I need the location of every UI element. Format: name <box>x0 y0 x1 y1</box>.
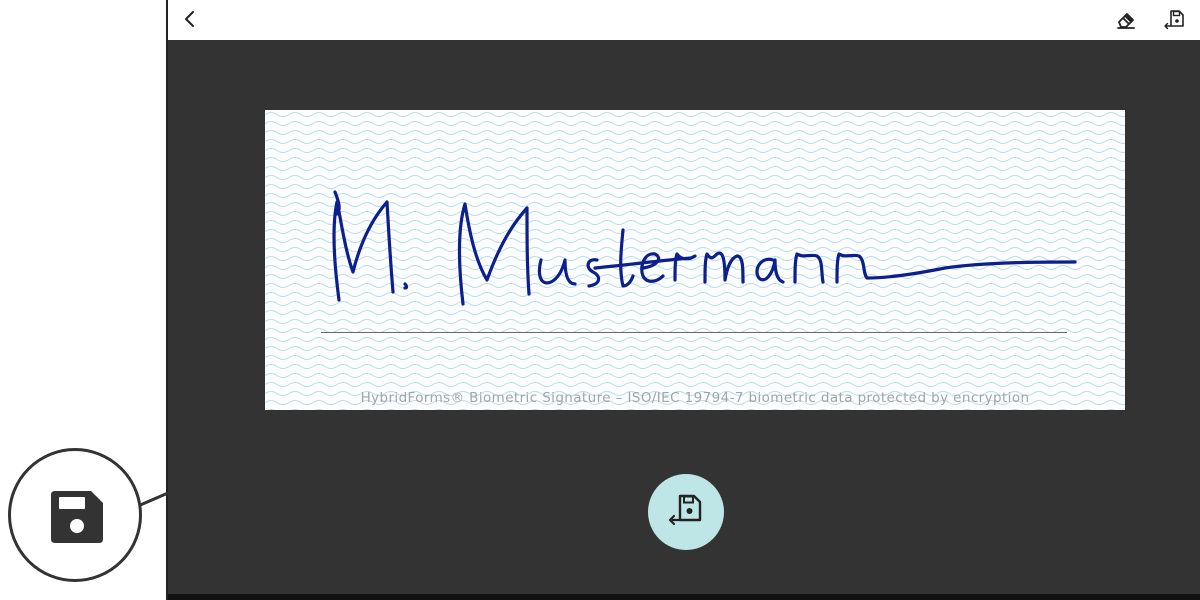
signature-pad[interactable]: HybridForms® Biometric Signature – ISO/I… <box>265 110 1125 410</box>
signature-screen: HybridForms® Biometric Signature – ISO/I… <box>166 0 1200 600</box>
top-app-bar <box>168 0 1200 40</box>
signature-line <box>321 332 1067 333</box>
screen-bottom-edge <box>168 594 1200 600</box>
clear-signature-button[interactable] <box>1112 6 1140 34</box>
handwritten-signature <box>332 190 1077 306</box>
eraser-icon <box>1117 13 1135 29</box>
floppy-disk-icon <box>51 491 103 543</box>
signature-pad-caption: HybridForms® Biometric Signature – ISO/I… <box>360 390 1030 406</box>
save-return-button[interactable] <box>1160 6 1188 34</box>
save-return-icon <box>1164 10 1184 30</box>
save-return-icon <box>668 494 702 526</box>
callout-magnifier <box>8 448 142 582</box>
save-return-fab[interactable] <box>648 474 724 550</box>
